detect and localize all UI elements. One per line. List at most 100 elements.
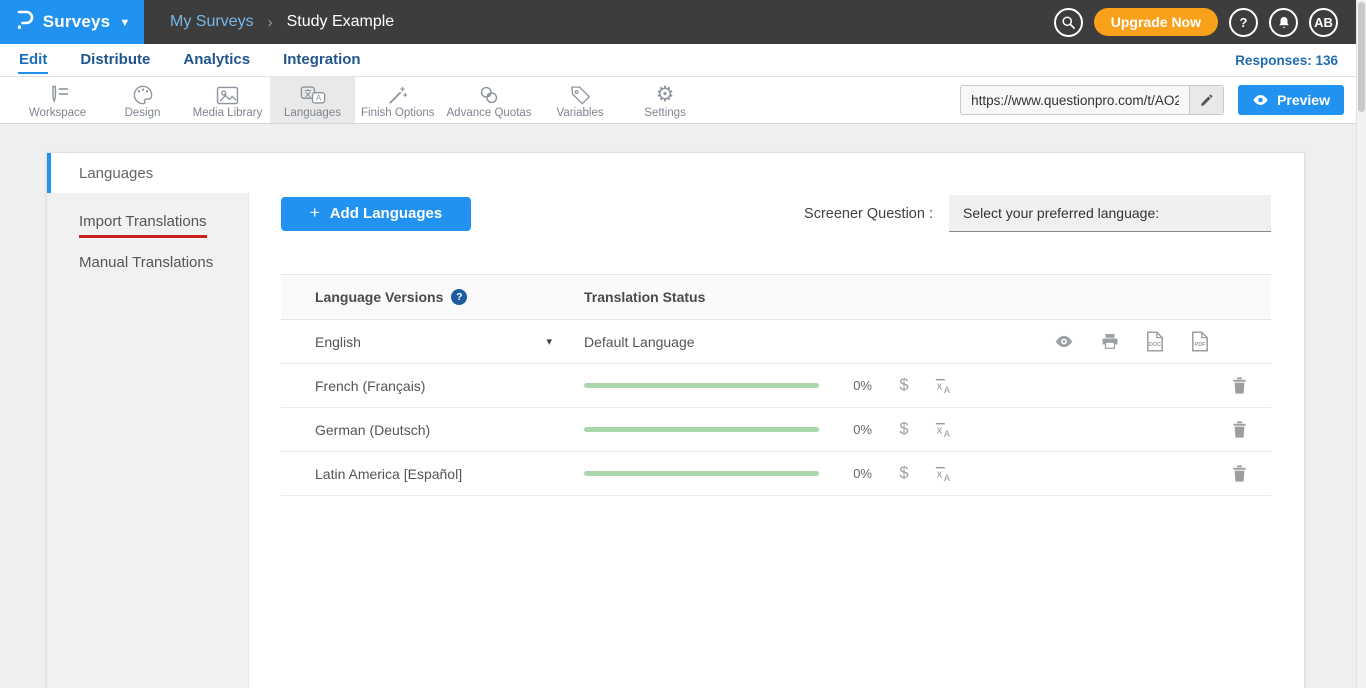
svg-text:A: A — [944, 385, 950, 395]
sidebar-item-manual-translations[interactable]: Manual Translations — [79, 254, 213, 271]
table-row-language: German (Deutsch) 0% $ xA — [281, 408, 1271, 452]
question-mark-icon: ? — [1240, 15, 1248, 30]
survey-tabbar: Edit Distribute Analytics Integration Re… — [0, 44, 1366, 77]
language-name: German (Deutsch) — [315, 422, 430, 438]
languages-main: + Add Languages Screener Question : Sele… — [249, 153, 1304, 688]
tool-variables[interactable]: Variables — [538, 77, 623, 123]
user-avatar[interactable]: AB — [1309, 8, 1338, 37]
tab-edit[interactable]: Edit — [18, 46, 48, 74]
header-translation-status: Translation Status — [584, 289, 1271, 305]
default-language-status-cell: Default Language — [584, 331, 1271, 352]
svg-text:x: x — [937, 424, 943, 436]
language-versions-table: Language Versions ? Translation Status E… — [281, 274, 1271, 496]
tool-media-library[interactable]: Media Library — [185, 77, 270, 123]
svg-text:A: A — [944, 429, 950, 439]
tool-finish-options[interactable]: Finish Options — [355, 77, 441, 123]
add-languages-label: Add Languages — [330, 205, 443, 222]
language-name-cell: Latin America [Español] — [281, 466, 584, 482]
action-row: + Add Languages Screener Question : Sele… — [281, 195, 1271, 232]
preview-label: Preview — [1277, 92, 1330, 108]
tool-label: Variables — [557, 107, 604, 119]
sidebar-section: Import Translations Manual Translations — [47, 193, 249, 688]
product-name: Surveys — [43, 12, 111, 32]
pdf-file-icon: PDF — [1191, 331, 1209, 352]
language-status-cell: 0% $ xA — [584, 420, 1271, 439]
translation-percent: 0% — [848, 378, 872, 393]
translation-percent: 0% — [848, 422, 872, 437]
auto-translate-button[interactable]: xA — [934, 421, 952, 439]
notifications-button[interactable] — [1269, 8, 1298, 37]
screener-question-select[interactable]: Select your preferred language: — [949, 195, 1271, 232]
language-name: French (Français) — [315, 378, 425, 394]
language-name-cell: German (Deutsch) — [281, 422, 584, 438]
translation-progress-bar — [584, 383, 819, 388]
scrollbar-track[interactable] — [1356, 0, 1366, 688]
preview-button[interactable]: Preview — [1238, 85, 1344, 115]
survey-url-input[interactable] — [961, 86, 1189, 114]
svg-text:A: A — [944, 473, 950, 483]
language-status-cell: 0% $ xA — [584, 464, 1271, 483]
help-button[interactable]: ? — [1229, 8, 1258, 37]
scrollbar-thumb[interactable] — [1358, 2, 1365, 112]
tool-advance-quotas[interactable]: Advance Quotas — [441, 77, 538, 123]
topbar-actions: Upgrade Now ? AB — [1054, 0, 1338, 44]
translation-percent: 0% — [848, 466, 872, 481]
paid-translation-icon[interactable]: $ — [896, 464, 912, 483]
topbar: Surveys ▼ My Surveys › Study Example Upg… — [0, 0, 1366, 44]
export-pdf-button[interactable]: PDF — [1191, 331, 1209, 352]
tab-integration[interactable]: Integration — [282, 46, 362, 74]
delete-language-button[interactable] — [1232, 421, 1247, 438]
surveys-product-menu[interactable]: Surveys ▼ — [0, 0, 144, 44]
questionpro-logo-icon — [14, 9, 34, 36]
magic-wand-icon — [387, 83, 409, 105]
paid-translation-icon[interactable]: $ — [896, 376, 912, 395]
breadcrumb-my-surveys[interactable]: My Surveys — [170, 13, 254, 31]
survey-url-group — [960, 85, 1224, 115]
tab-analytics[interactable]: Analytics — [182, 46, 251, 74]
delete-language-button[interactable] — [1232, 377, 1247, 394]
translation-progress-bar — [584, 427, 819, 432]
doc-file-icon: DOC — [1146, 331, 1164, 352]
chevron-down-icon[interactable]: ▾ — [546, 335, 552, 348]
responses-count-link[interactable]: Responses: 136 — [1235, 53, 1338, 68]
eye-icon — [1252, 94, 1269, 106]
tool-settings[interactable]: ⚙ Settings — [623, 77, 708, 123]
tool-languages[interactable]: A Languages — [270, 77, 355, 123]
tool-label: Finish Options — [361, 107, 435, 119]
table-row-language: French (Français) 0% $ xA — [281, 364, 1271, 408]
printer-icon — [1101, 333, 1119, 350]
workspace-icon — [46, 83, 70, 105]
print-button[interactable] — [1101, 333, 1119, 350]
export-doc-button[interactable]: DOC — [1146, 331, 1164, 352]
tool-label: Media Library — [193, 107, 263, 119]
tool-workspace[interactable]: Workspace — [15, 77, 100, 123]
auto-translate-button[interactable]: xA — [934, 377, 952, 395]
auto-translate-button[interactable]: xA — [934, 465, 952, 483]
chain-links-icon — [478, 83, 500, 105]
table-row-default-language: English ▾ Default Language — [281, 320, 1271, 364]
tool-label: Design — [125, 107, 161, 119]
search-button[interactable] — [1054, 8, 1083, 37]
default-language-cell: English ▾ — [281, 334, 584, 350]
upgrade-now-button[interactable]: Upgrade Now — [1094, 8, 1218, 36]
table-header-row: Language Versions ? Translation Status — [281, 275, 1271, 320]
paid-translation-icon[interactable]: $ — [896, 420, 912, 439]
tool-label: Advance Quotas — [447, 107, 532, 119]
trash-icon — [1232, 465, 1247, 482]
toolbar-right: Preview — [960, 85, 1344, 115]
add-languages-button[interactable]: + Add Languages — [281, 197, 471, 231]
table-row-language: Latin America [Español] 0% $ xA — [281, 452, 1271, 496]
translate-ab-icon: xA — [934, 421, 952, 439]
tab-distribute[interactable]: Distribute — [79, 46, 151, 74]
delete-language-button[interactable] — [1232, 465, 1247, 482]
view-button[interactable] — [1054, 335, 1074, 348]
edit-url-button[interactable] — [1189, 86, 1223, 114]
tool-label: Languages — [284, 107, 341, 119]
tag-icon — [570, 83, 591, 105]
sidebar-item-import-translations[interactable]: Import Translations — [79, 213, 207, 238]
tool-design[interactable]: Design — [100, 77, 185, 123]
search-icon — [1061, 15, 1076, 30]
sidebar-item-languages[interactable]: Languages — [47, 153, 249, 193]
svg-text:x: x — [937, 380, 943, 392]
help-icon[interactable]: ? — [451, 289, 467, 305]
